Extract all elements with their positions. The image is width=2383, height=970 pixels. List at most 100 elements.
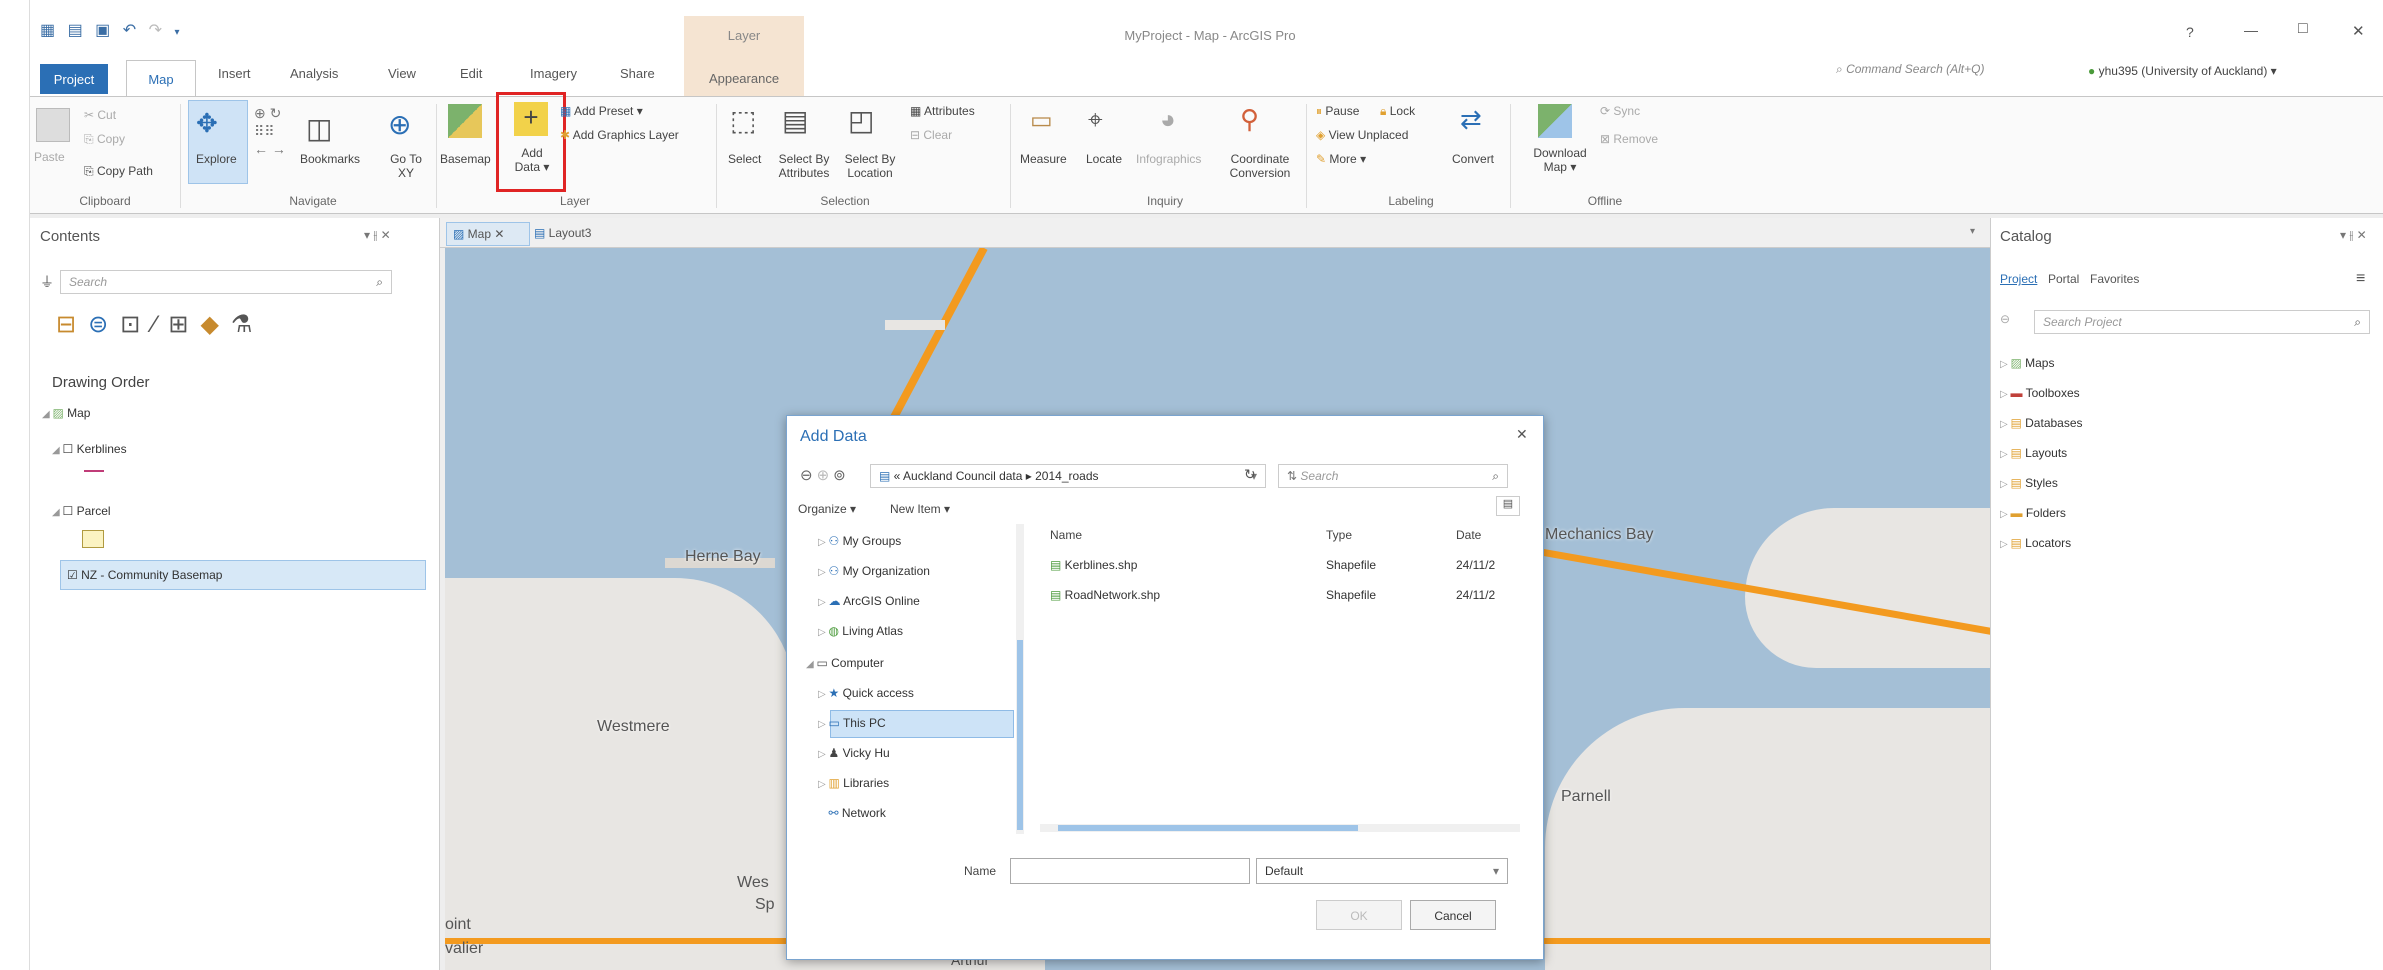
view-tabs-dropdown[interactable]: ▾ xyxy=(1970,226,1975,237)
remove-button[interactable]: ⊠ Remove xyxy=(1600,132,1658,146)
go-to-xy-button[interactable]: Go To XY xyxy=(388,152,424,180)
tree-scrollbar-thumb[interactable] xyxy=(1017,640,1023,830)
column-header-date[interactable]: Date xyxy=(1456,528,1481,542)
tree-network[interactable]: ▷ ⚯ Network xyxy=(818,806,885,820)
more-labels-button[interactable]: ✎ More ▾ xyxy=(1316,152,1366,166)
drawing-order-icon[interactable]: ⊟ xyxy=(56,311,88,338)
charts-view-icon[interactable]: ⚗ xyxy=(231,311,265,338)
catalog-item-maps[interactable]: ▷ ▨ Maps xyxy=(2000,356,2054,370)
dialog-search-input[interactable]: ⇅ Search ⌕ xyxy=(1278,464,1508,488)
tree-my-organization[interactable]: ▷ ⚇ My Organization xyxy=(818,564,930,578)
tab-imagery[interactable]: Imagery xyxy=(530,66,577,81)
customize-qat-icon[interactable]: ▾ xyxy=(174,27,179,38)
organize-menu[interactable]: Organize ▾ xyxy=(798,502,856,516)
data-source-icon[interactable]: ⊜ xyxy=(88,311,120,338)
layer-checkbox[interactable]: ☐ xyxy=(62,442,76,456)
help-button[interactable]: ? xyxy=(2186,24,2194,40)
tree-arcgis-online[interactable]: ▷ ☁ ArcGIS Online xyxy=(818,594,920,608)
layer-checkbox[interactable]: ☐ xyxy=(62,504,76,518)
layer-checkbox-checked[interactable]: ☑ xyxy=(67,568,81,582)
menu-icon[interactable]: ≡ xyxy=(2356,270,2365,288)
catalog-item-databases[interactable]: ▷ ▤ Databases xyxy=(2000,416,2083,430)
back-icon[interactable]: ⊖ xyxy=(2000,312,2010,326)
account-menu[interactable]: ● yhu395 (University of Auckland) ▾ xyxy=(2088,64,2277,78)
command-search-input[interactable]: Command Search (Alt+Q) xyxy=(1846,62,1984,76)
tab-share[interactable]: Share xyxy=(620,66,655,81)
file-list-scrollbar-thumb[interactable] xyxy=(1058,825,1358,831)
tab-appearance[interactable]: Appearance xyxy=(684,60,804,96)
view-tab-layout3[interactable]: ▤ Layout3 xyxy=(534,226,591,240)
contents-search-input[interactable]: Search ⌕ xyxy=(60,270,392,294)
save-icon[interactable]: ▣ xyxy=(95,22,110,39)
catalog-tab-portal[interactable]: Portal xyxy=(2048,272,2079,286)
measure-button[interactable]: Measure xyxy=(1020,152,1067,166)
copy-button[interactable]: ⎘ Copy xyxy=(84,132,125,147)
view-tab-map[interactable]: ▨ Map ✕ xyxy=(446,222,530,246)
maximize-button[interactable]: □ xyxy=(2298,20,2308,38)
catalog-item-folders[interactable]: ▷ ▬ Folders xyxy=(2000,506,2066,520)
tree-vicky-hu[interactable]: ▷ ♟ Vicky Hu xyxy=(818,746,890,760)
download-map-button[interactable]: Download Map ▾ xyxy=(1530,146,1590,174)
pause-labels-button[interactable]: ⏸ Pause xyxy=(1316,104,1359,119)
tab-view[interactable]: View xyxy=(388,66,416,81)
tree-libraries[interactable]: ▷ ▥ Libraries xyxy=(818,776,889,790)
close-button[interactable]: ✕ xyxy=(2352,22,2365,40)
paste-button[interactable]: Paste xyxy=(34,150,65,164)
cancel-button[interactable]: Cancel xyxy=(1410,900,1496,930)
tree-my-groups[interactable]: ▷ ⚇ My Groups xyxy=(818,534,901,548)
minimize-button[interactable]: — xyxy=(2244,22,2258,38)
tab-edit[interactable]: Edit xyxy=(460,66,482,81)
tab-analysis[interactable]: Analysis xyxy=(290,66,338,81)
lock-labels-button[interactable]: 🔒︎ Lock xyxy=(1380,104,1415,119)
column-header-type[interactable]: Type xyxy=(1326,528,1352,542)
dialog-path-bar[interactable]: ▤ « Auckland Council data ▸ 2014_roads ▾ xyxy=(870,464,1266,488)
catalog-tab-project[interactable]: Project xyxy=(2000,272,2037,286)
tree-this-pc[interactable]: ▷ ▭ This PC xyxy=(818,716,886,730)
cut-button[interactable]: ✂ Cut xyxy=(84,108,116,122)
select-button[interactable]: Select xyxy=(728,152,761,166)
catalog-item-styles[interactable]: ▷ ▤ Styles xyxy=(2000,476,2058,490)
add-data-button[interactable]: Add Data ▾ xyxy=(514,146,550,174)
copy-path-button[interactable]: ⎘ Copy Path xyxy=(84,164,153,179)
selection-view-icon[interactable]: ⊡ xyxy=(120,311,152,338)
coordinate-conversion-button[interactable]: Coordinate Conversion xyxy=(1222,152,1298,180)
layer-parcel[interactable]: ◢ ☐ Parcel xyxy=(52,504,111,518)
catalog-item-toolboxes[interactable]: ▷ ▬ Toolboxes xyxy=(2000,386,2080,400)
dialog-nav-buttons[interactable]: ⊖⊕⊚ xyxy=(800,466,850,484)
catalog-search-input[interactable]: Search Project ⌕ xyxy=(2034,310,2370,334)
catalog-pane-controls[interactable]: ▾ ⫲ ✕ xyxy=(2340,228,2367,243)
bookmarks-button[interactable]: Bookmarks xyxy=(300,152,360,166)
tab-insert[interactable]: Insert xyxy=(218,66,251,81)
column-header-name[interactable]: Name xyxy=(1050,528,1082,542)
back-icon[interactable]: ⊖ xyxy=(800,467,817,484)
new-project-icon[interactable]: ▦ xyxy=(40,22,55,39)
tree-quick-access[interactable]: ▷ ★ Quick access xyxy=(818,686,914,700)
dialog-close-button[interactable]: ✕ xyxy=(1516,426,1528,443)
new-item-menu[interactable]: New Item ▾ xyxy=(890,502,950,516)
select-by-location-button[interactable]: Select By Location xyxy=(842,152,898,180)
contents-view-toolbar[interactable]: ⊟⊜⊡∕⊞◆⚗ xyxy=(56,310,264,339)
tree-computer[interactable]: ◢ ▭ Computer xyxy=(806,656,884,670)
infographics-button[interactable]: Infographics xyxy=(1136,152,1201,166)
catalog-item-locators[interactable]: ▷ ▤ Locators xyxy=(2000,536,2071,550)
tab-project[interactable]: Project xyxy=(40,64,108,94)
contents-pane-controls[interactable]: ▾ ⫲ ✕ xyxy=(364,228,391,243)
filter-icon[interactable]: ⏚ xyxy=(40,272,54,292)
add-graphics-layer-button[interactable]: ✱ Add Graphics Layer xyxy=(560,128,679,142)
command-search[interactable]: ⌕ Command Search (Alt+Q) xyxy=(1836,62,2036,86)
name-input[interactable] xyxy=(1010,858,1250,884)
redo-icon[interactable]: ↷ xyxy=(149,22,162,39)
basemap-button[interactable]: Basemap xyxy=(440,152,491,166)
filter-select[interactable]: Default ▾ xyxy=(1256,858,1508,884)
open-project-icon[interactable]: ▤ xyxy=(68,22,83,39)
file-row[interactable]: ▤ Kerblines.shp xyxy=(1050,558,1137,572)
attributes-button[interactable]: ▦ Attributes xyxy=(910,104,975,118)
layer-kerblines[interactable]: ◢ ☐ Kerblines xyxy=(52,442,127,456)
clear-button[interactable]: ⊟ Clear xyxy=(910,128,952,142)
up-icon[interactable]: ⊚ xyxy=(833,467,850,484)
ok-button[interactable]: OK xyxy=(1316,900,1402,930)
add-preset-button[interactable]: ▦ Add Preset ▾ xyxy=(560,104,643,118)
editing-view-icon[interactable]: ∕ xyxy=(152,311,168,338)
layer-basemap[interactable]: ☑ NZ - Community Basemap xyxy=(60,560,426,590)
quick-access-toolbar[interactable]: ▦ ▤ ▣ ↶ ↷ ▾ xyxy=(40,20,179,40)
